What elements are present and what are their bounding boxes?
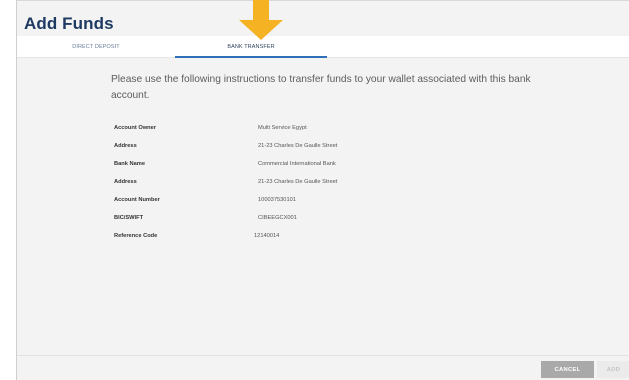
detail-label: Bank Name <box>114 161 145 167</box>
detail-row: Account Owner Multi Service Egypt <box>114 121 474 139</box>
active-tab-indicator <box>175 56 327 58</box>
detail-label: Account Owner <box>114 125 157 131</box>
page-title: Add Funds <box>24 14 114 33</box>
detail-value: Multi Service Egypt <box>258 125 307 131</box>
detail-label: Address <box>114 179 137 185</box>
add-button[interactable]: ADD <box>597 361 629 378</box>
arrow-down-icon <box>239 0 283 40</box>
tab-bar: DIRECT DEPOSIT BANK TRANSFER <box>17 36 629 58</box>
tab-direct-deposit[interactable]: DIRECT DEPOSIT <box>17 36 175 58</box>
detail-row: Address 21-23 Charles De Gaulle Street <box>114 175 474 193</box>
detail-label: Account Number <box>114 197 160 203</box>
top-divider <box>17 0 629 1</box>
detail-row: BIC/SWIFT CIBEEGCX001 <box>114 211 474 229</box>
detail-value: 21-23 Charles De Gaulle Street <box>258 179 338 185</box>
transfer-instructions: Please use the following instructions to… <box>111 74 531 101</box>
detail-row: Bank Name Commercial International Bank <box>114 157 474 175</box>
footer-divider <box>17 355 629 356</box>
detail-value: 21-23 Charles De Gaulle Street <box>258 143 338 149</box>
detail-row: Account Number 100037530101 <box>114 193 474 211</box>
detail-label: Address <box>114 143 137 149</box>
detail-label: Reference Code <box>114 233 158 239</box>
detail-label: BIC/SWIFT <box>114 215 144 221</box>
add-funds-panel: Add Funds DIRECT DEPOSIT BANK TRANSFER P… <box>16 0 629 380</box>
detail-value: 12140014 <box>254 233 280 239</box>
bank-details: Account Owner Multi Service Egypt Addres… <box>114 121 474 247</box>
detail-row: Address 21-23 Charles De Gaulle Street <box>114 139 474 157</box>
detail-row: Reference Code 12140014 <box>114 229 474 247</box>
detail-value: CIBEEGCX001 <box>258 215 297 221</box>
detail-value: Commercial International Bank <box>258 161 336 167</box>
cancel-button[interactable]: CANCEL <box>541 361 594 378</box>
detail-value: 100037530101 <box>258 197 296 203</box>
